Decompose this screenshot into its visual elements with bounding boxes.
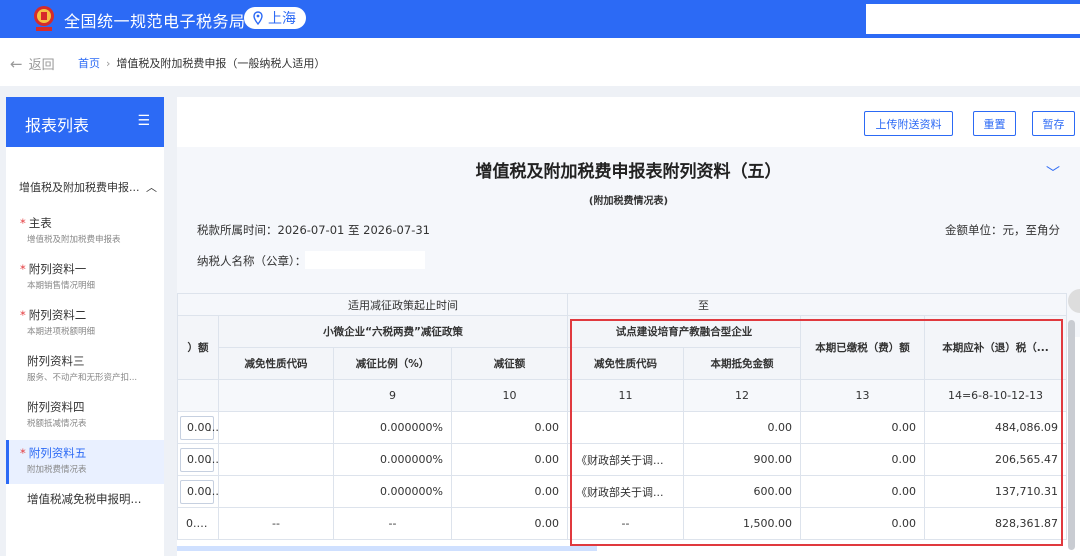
collapse-menu-icon[interactable]: ☰ xyxy=(137,113,150,129)
breadcrumb-bar: ← 返回 首页 › 增值税及附加税费申报（一般纳税人适用） xyxy=(0,38,1080,86)
sidebar-item-sub: 附加税费情况表 xyxy=(27,465,87,475)
index-cell: 10 xyxy=(451,379,568,412)
reduction-rate-cell: -- xyxy=(333,507,452,540)
sidebar-item-attachment-3[interactable]: 附列资料三 服务、不动产和无形资产扣... xyxy=(6,348,164,392)
header-partial-amount: ）额 xyxy=(177,315,219,380)
taxpayer-name-field xyxy=(305,251,425,269)
region-label: 上海 xyxy=(268,11,296,27)
tax-period: 税款所属时间：2026-07-01 至 2026-07-31 xyxy=(197,223,430,237)
policy-period-row: 适用减征政策起止时间 至 xyxy=(177,293,1067,316)
back-button[interactable]: ← 返回 xyxy=(10,54,55,74)
sidebar-item-label: 附列资料四 xyxy=(27,400,85,414)
sidebar-item-label: 附列资料一 xyxy=(28,262,87,276)
group-small-micro: 小微企业“六税两费”减征政策 xyxy=(218,315,568,348)
vertical-scrollbar[interactable] xyxy=(1068,320,1075,550)
index-cell xyxy=(218,379,334,412)
highlight-annotation-box xyxy=(570,319,1063,546)
exempt-code-cell: -- xyxy=(218,507,334,540)
chevron-down-icon[interactable]: ﹀ xyxy=(1046,163,1060,183)
location-pin-icon xyxy=(253,11,263,25)
sidebar-item-sub: 本期进项税额明细 xyxy=(27,327,96,337)
arrow-left-icon: ← xyxy=(10,54,23,73)
reduction-rate-cell: 0.000000% xyxy=(333,475,452,508)
required-marker: * xyxy=(20,446,26,460)
reduction-rate-cell: 0.000000% xyxy=(333,411,452,444)
reduction-amount-cell: 0.00 xyxy=(451,411,568,444)
sidebar-item-attachment-5[interactable]: * 附列资料五 附加税费情况表 xyxy=(6,440,164,484)
sidebar-item-attachment-1[interactable]: * 附列资料一 本期销售情况明细 xyxy=(6,256,164,300)
sidebar-item-attachment-2[interactable]: * 附列资料二 本期进项税额明细 xyxy=(6,302,164,346)
sidebar-item-main-form[interactable]: * 主表 增值税及附加税费申报表 xyxy=(6,210,164,254)
sidebar-item-sub: 本期销售情况明细 xyxy=(27,281,96,291)
breadcrumb-home[interactable]: 首页 xyxy=(78,55,100,71)
required-marker: * xyxy=(20,308,26,322)
user-area[interactable] xyxy=(866,4,1080,34)
policy-period-to: 至 xyxy=(567,293,1067,316)
form-subtitle: (附加税费情况表) xyxy=(588,196,669,207)
sidebar-item-label: 增值税减免税申报明... xyxy=(27,492,142,506)
sidebar-group-label: 增值税及附加税费申报... xyxy=(19,181,140,194)
index-cell xyxy=(177,379,219,412)
amount-input[interactable]: 0.00 xyxy=(180,479,214,504)
amount-input[interactable]: 0.00 xyxy=(180,447,214,472)
breadcrumb: 首页 › 增值税及附加税费申报（一般纳税人适用） xyxy=(78,55,325,71)
top-bar: 全国统一规范电子税务局 上海 xyxy=(0,0,1080,38)
app-title: 全国统一规范电子税务局 xyxy=(64,12,246,31)
sidebar-item-label: 附列资料五 xyxy=(28,446,87,460)
amount-input[interactable]: 0.00 xyxy=(180,415,214,440)
sidebar-item-sub: 税额抵减情况表 xyxy=(27,419,87,429)
back-label: 返回 xyxy=(28,58,55,73)
sidebar-item-vat-exemption[interactable]: 增值税减免税申报明... xyxy=(6,486,164,530)
form-title: 增值税及附加税费申报表附列资料（五） xyxy=(475,162,782,182)
chevron-right-icon: › xyxy=(106,56,111,70)
save-draft-button[interactable]: 暂存 xyxy=(1032,111,1075,136)
sidebar-title: 报表列表 xyxy=(25,116,90,135)
exempt-code-cell[interactable] xyxy=(218,443,334,476)
header-exempt-code-1: 减免性质代码 xyxy=(218,347,334,380)
reduction-amount-cell: 0.00 xyxy=(451,507,568,540)
upload-attachment-button[interactable]: 上传附送资料 xyxy=(864,111,953,136)
sidebar-item-attachment-4[interactable]: 附列资料四 税额抵减情况表 xyxy=(6,394,164,438)
required-marker: * xyxy=(20,262,26,276)
sidebar-item-label: 主表 xyxy=(28,216,52,230)
breadcrumb-current: 增值税及附加税费申报（一般纳税人适用） xyxy=(116,57,326,70)
sidebar-group-vat[interactable]: 增值税及附加税费申报... ︿ xyxy=(19,179,157,195)
amount-unit: 金额单位：元，至角分 xyxy=(945,223,1060,237)
report-list-sidebar: 报表列表 ☰ 增值税及附加税费申报... ︿ * 主表 增值税及附加税费申报表 *… xyxy=(6,97,164,556)
reduction-rate-cell: 0.000000% xyxy=(333,443,452,476)
reset-button[interactable]: 重置 xyxy=(973,111,1016,136)
region-selector[interactable]: 上海 xyxy=(244,7,306,29)
chevron-up-icon: ︿ xyxy=(146,181,157,194)
sidebar-item-sub: 增值税及附加税费申报表 xyxy=(27,235,121,245)
sidebar-item-sub: 服务、不动产和无形资产扣... xyxy=(27,373,138,383)
header-reduction-amount: 减征额 xyxy=(451,347,568,380)
policy-period-label: 适用减征政策起止时间 xyxy=(177,293,568,316)
sidebar-item-label: 附列资料二 xyxy=(28,308,87,322)
reduction-amount-cell: 0.00 xyxy=(451,443,568,476)
exempt-code-cell[interactable] xyxy=(218,475,334,508)
exempt-code-cell[interactable] xyxy=(218,411,334,444)
required-marker: * xyxy=(20,216,26,230)
horizontal-scrollbar[interactable] xyxy=(177,546,597,551)
taxpayer-name-label: 纳税人名称（公章）： xyxy=(197,254,307,268)
sidebar-header: 报表列表 ☰ xyxy=(6,97,164,147)
header-reduction-rate: 减征比例（%） xyxy=(333,347,452,380)
sidebar-item-label: 附列资料三 xyxy=(27,354,85,368)
index-cell: 9 xyxy=(333,379,452,412)
amount-cell: 0.00 xyxy=(177,507,219,540)
reduction-amount-cell: 0.00 xyxy=(451,475,568,508)
side-tab-handle[interactable] xyxy=(1068,289,1080,313)
tax-emblem-logo xyxy=(34,6,54,31)
